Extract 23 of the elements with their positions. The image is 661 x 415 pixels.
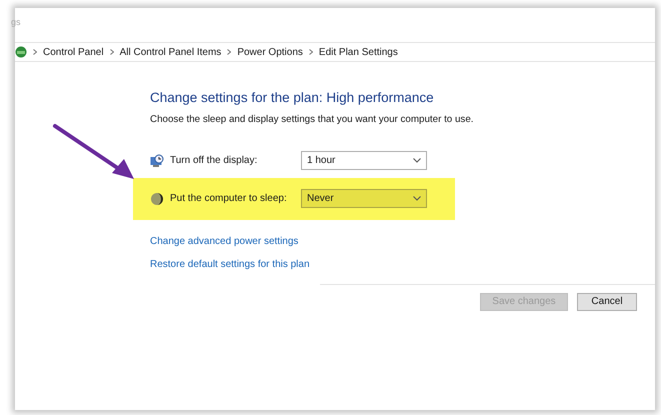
chevron-down-icon — [413, 196, 421, 202]
breadcrumb-item[interactable]: Power Options — [237, 44, 303, 60]
breadcrumb-item[interactable]: Control Panel — [43, 44, 104, 60]
monitor-clock-icon — [150, 154, 164, 168]
address-bar[interactable]: Control Panel All Control Panel Items Power Options Edit Plan Settings — [15, 42, 655, 62]
breadcrumb-item[interactable]: Edit Plan Settings — [318, 44, 398, 60]
description-text: Choose the sleep and display settings that you want your computer to use. — [150, 113, 474, 128]
chevron-right-icon — [227, 49, 232, 55]
chevron-right-icon — [308, 49, 313, 55]
moon-icon — [150, 192, 164, 206]
link[interactable]: Change advanced power settings — [150, 234, 298, 249]
chevron-down-icon — [413, 158, 421, 164]
setting-label: Turn off the display: — [170, 154, 258, 168]
chevron-right-icon — [110, 49, 114, 55]
chevron-right-icon — [33, 49, 37, 55]
dropdown[interactable]: Never — [301, 189, 427, 208]
dropdown[interactable]: 1 hour — [301, 151, 427, 170]
window-title: gs — [11, 17, 21, 27]
setting-label: Put the computer to sleep: — [170, 192, 288, 206]
link[interactable]: Restore default settings for this plan — [150, 256, 310, 272]
breadcrumb-item[interactable]: All Control Panel Items — [120, 44, 222, 60]
page-heading: Change settings for the plan: High performance — [150, 89, 435, 107]
cancel-button[interactable]: Cancel — [577, 292, 637, 311]
